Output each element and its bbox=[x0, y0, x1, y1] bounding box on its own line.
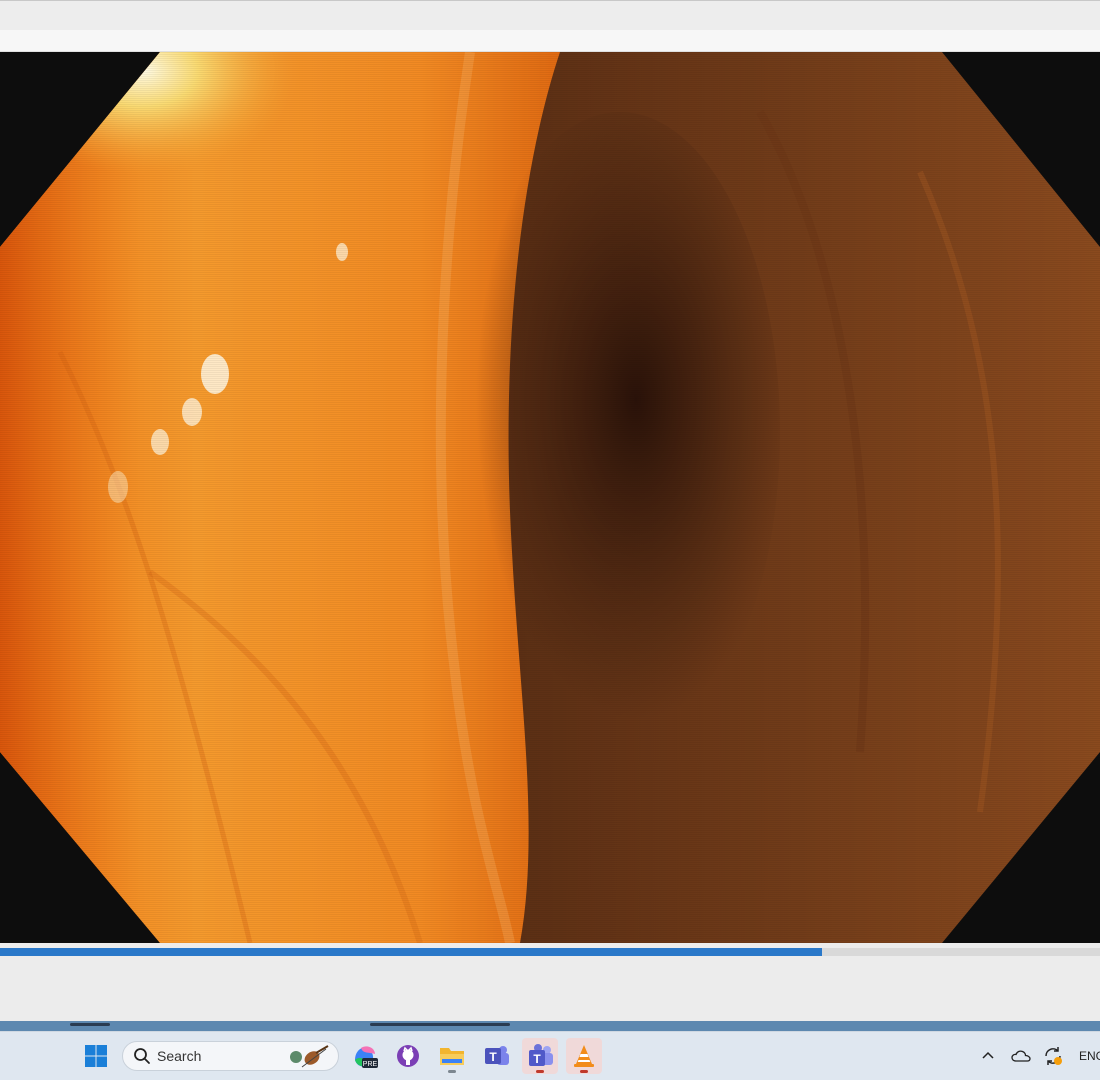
taskbar-app-teams-classic[interactable]: T bbox=[478, 1038, 514, 1074]
window-menu-bar bbox=[0, 30, 1100, 52]
sync-update-icon bbox=[1045, 1047, 1062, 1065]
onedrive-tray-button[interactable] bbox=[1011, 1044, 1031, 1068]
video-frame[interactable] bbox=[0, 52, 1100, 943]
sync-tray-button[interactable] bbox=[1042, 1044, 1064, 1068]
taskbar-app-vlc[interactable] bbox=[566, 1038, 602, 1074]
seek-bar[interactable] bbox=[0, 948, 1100, 956]
app-running-indicator bbox=[536, 1070, 544, 1073]
taskbar-app-file-explorer[interactable] bbox=[434, 1038, 470, 1074]
app-running-indicator bbox=[580, 1070, 588, 1073]
taskbar-search[interactable]: Search bbox=[122, 1041, 339, 1071]
taskbar-app-github-desktop[interactable] bbox=[390, 1038, 426, 1074]
cloud-icon bbox=[1011, 1050, 1031, 1062]
copilot-pre-icon: PRE bbox=[355, 1046, 378, 1068]
start-button[interactable] bbox=[78, 1038, 114, 1074]
taskbar-app-teams[interactable]: T bbox=[522, 1038, 558, 1074]
github-desktop-icon bbox=[397, 1045, 419, 1067]
search-label: Search bbox=[157, 1048, 202, 1064]
vlc-icon bbox=[574, 1045, 594, 1067]
endoscopy-video-image bbox=[0, 52, 1100, 943]
chevron-up-icon bbox=[982, 1051, 994, 1059]
input-language-indicator[interactable]: ENG bbox=[1079, 1044, 1100, 1068]
teams-letter: T bbox=[533, 1052, 541, 1066]
taskbar-app-copilot[interactable]: PRE bbox=[347, 1038, 383, 1074]
language-label: ENG bbox=[1079, 1049, 1100, 1063]
windows-logo-icon bbox=[85, 1045, 107, 1067]
teams-classic-letter: T bbox=[489, 1050, 497, 1064]
app-running-indicator bbox=[448, 1070, 456, 1073]
player-controls-area bbox=[0, 963, 1100, 1021]
player-control-panel bbox=[0, 943, 1100, 1021]
file-explorer-icon bbox=[440, 1048, 464, 1065]
window-title-bar bbox=[0, 0, 1100, 30]
teams-icon: T bbox=[529, 1044, 553, 1066]
seek-bar-progress bbox=[0, 948, 822, 956]
search-highlight-violin-icon bbox=[290, 1045, 329, 1068]
taskbar: Search PRE T T EN bbox=[0, 1031, 1100, 1080]
teams-classic-icon: T bbox=[485, 1046, 509, 1065]
desktop-wallpaper-strip bbox=[0, 1021, 1100, 1031]
show-hidden-icons-button[interactable] bbox=[981, 1044, 995, 1068]
search-icon bbox=[134, 1048, 150, 1064]
copilot-badge-text: PRE bbox=[363, 1061, 378, 1068]
